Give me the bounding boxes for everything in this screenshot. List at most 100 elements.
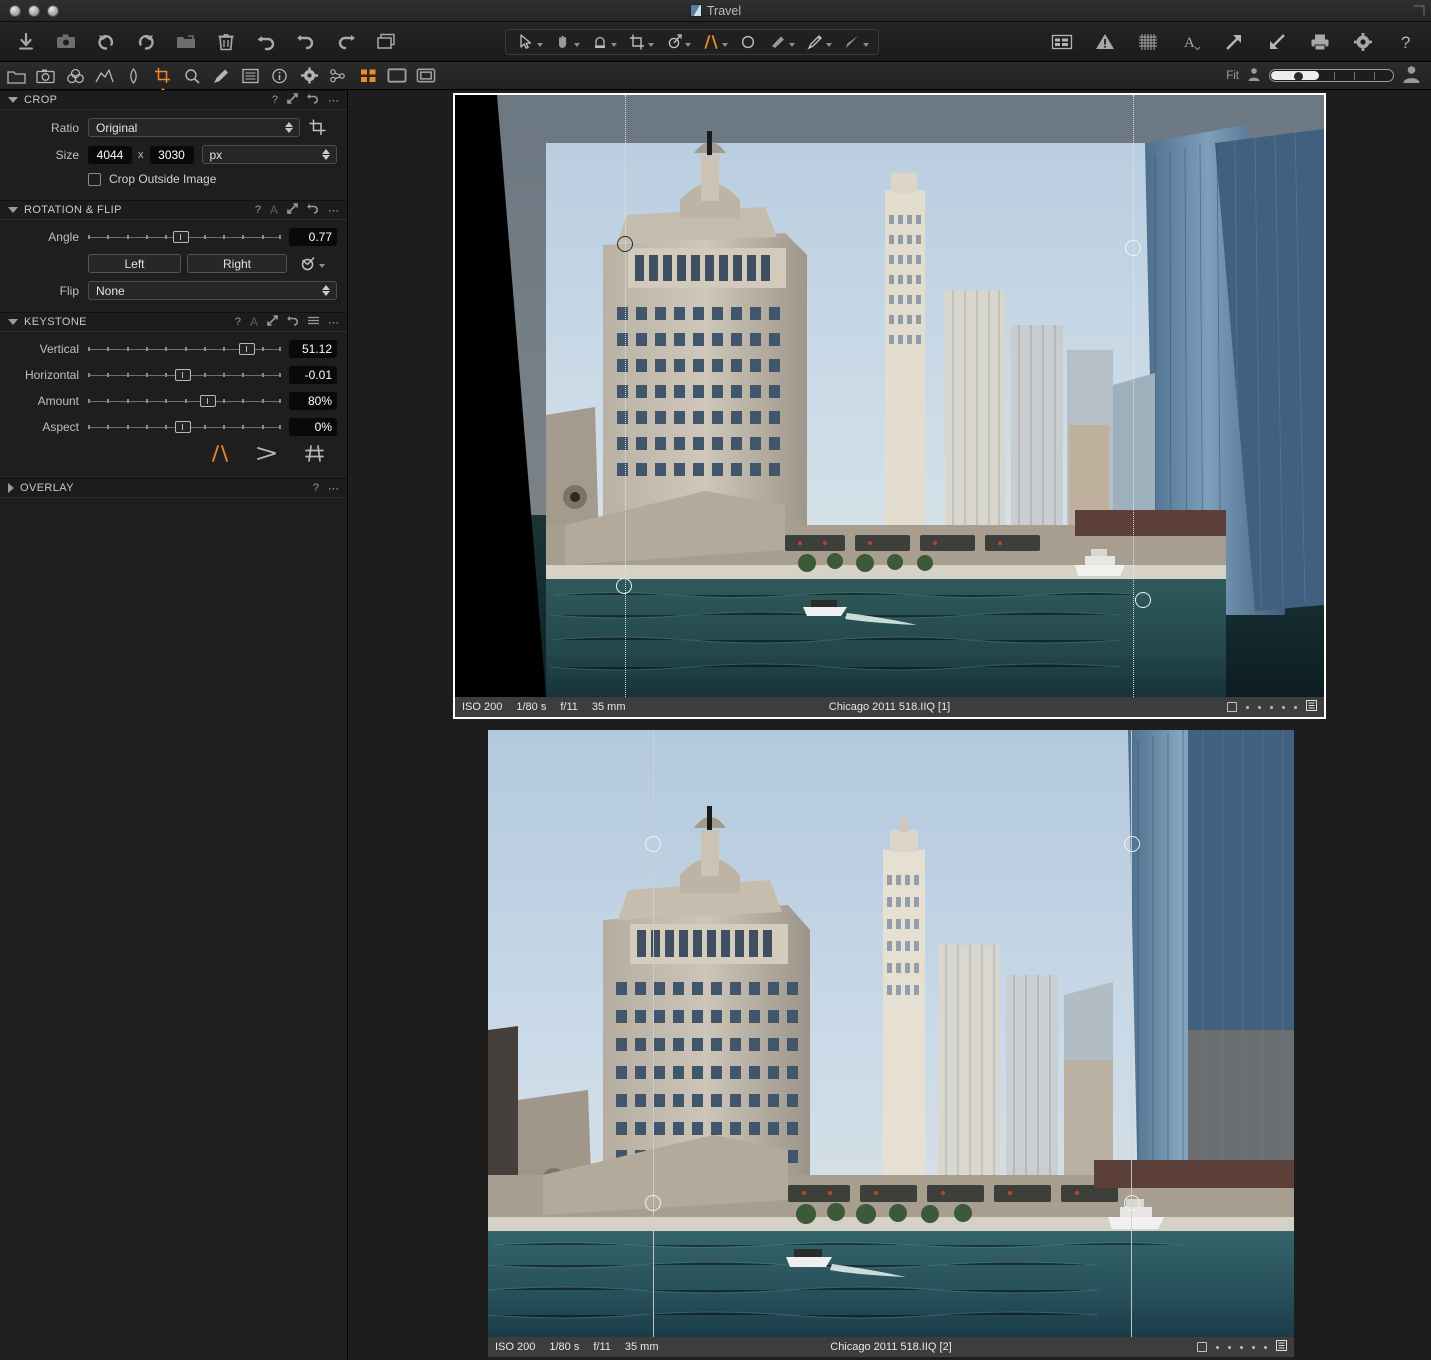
keystone-vertical-slider[interactable] (88, 341, 282, 357)
redo-icon[interactable] (334, 31, 357, 54)
viewer-image-1[interactable]: ISO 200 1/80 s f/11 35 mm Chicago 2011 5… (453, 93, 1326, 719)
keystone-vertical-knob[interactable] (238, 343, 255, 355)
rating-dot[interactable] (1264, 1345, 1267, 1349)
keystone-guide-line-right-2[interactable] (1131, 730, 1132, 1337)
keystone-horizontal-value[interactable]: -0.01 (289, 366, 337, 384)
keystone-vertical-icon[interactable] (210, 444, 230, 468)
angle-slider-knob[interactable] (172, 231, 189, 243)
keystone-guide-line-left-2[interactable] (653, 730, 654, 1337)
rating-dot[interactable] (1216, 1345, 1219, 1349)
composition-tab[interactable] (153, 65, 172, 94)
zoom-button[interactable] (47, 4, 59, 17)
rating-dot[interactable] (1228, 1345, 1231, 1349)
overlay-disclosure-icon[interactable] (8, 483, 14, 493)
keystone-amount-slider[interactable] (88, 393, 282, 409)
rotation-section-header[interactable]: ROTATION & FLIP ? A ⋯ (0, 200, 347, 220)
zoom-in-person-icon[interactable] (1402, 65, 1421, 87)
menu-dots-icon[interactable]: ⋯ (328, 482, 339, 495)
viewer-image-1-canvas[interactable] (455, 95, 1324, 697)
pointer-tool-icon[interactable] (512, 32, 546, 52)
capture-tab[interactable] (36, 65, 56, 86)
local-adjust-tab[interactable] (183, 65, 202, 86)
undo-icon[interactable] (307, 93, 319, 107)
single-view-mode[interactable] (387, 67, 407, 84)
menu-dots-icon[interactable]: ⋯ (328, 94, 339, 107)
keystone-handle-top-right-2[interactable] (1124, 836, 1140, 852)
rating-dot[interactable] (1240, 1345, 1243, 1349)
browser-grid-mode[interactable] (358, 67, 378, 84)
viewer-layout-icon[interactable] (1050, 31, 1073, 54)
keystone-horizontal-icon[interactable] (256, 444, 278, 468)
move-to-folder-icon[interactable] (174, 31, 197, 54)
stepper-icon[interactable] (322, 149, 330, 160)
crop-outside-checkbox[interactable] (88, 172, 101, 186)
undo-icon[interactable] (287, 315, 299, 329)
rating-dot[interactable] (1258, 705, 1261, 709)
crop-disclosure-icon[interactable] (8, 97, 18, 103)
batch-tab[interactable] (329, 65, 348, 86)
color-tab[interactable] (66, 65, 85, 86)
list-icon[interactable] (308, 316, 319, 329)
keystone-handle-top-left[interactable] (617, 236, 633, 252)
keystone-handle-top-right[interactable] (1125, 240, 1141, 256)
metadata-icon[interactable] (1306, 700, 1317, 714)
crop-unit-select[interactable]: px (201, 145, 337, 164)
metadata-tab[interactable] (241, 65, 260, 86)
crop-section-header[interactable]: CROP ? ⋯ (0, 90, 347, 110)
copy-apply-icon[interactable] (374, 31, 397, 54)
viewer-image-2[interactable]: ISO 200 1/80 s f/11 35 mm Chicago 2011 5… (488, 730, 1294, 1357)
help-icon[interactable]: ? (272, 94, 278, 106)
image-viewer[interactable]: ISO 200 1/80 s f/11 35 mm Chicago 2011 5… (348, 90, 1431, 1360)
keystone-horizontal-knob[interactable] (174, 369, 191, 381)
crop-ratio-select[interactable]: Original (88, 118, 300, 137)
reset-expand-icon[interactable] (267, 315, 278, 329)
print-icon[interactable] (1308, 31, 1331, 54)
keystone-tool-icon[interactable] (697, 32, 731, 52)
rating-dot[interactable] (1270, 705, 1273, 709)
crop-tool-icon[interactable] (623, 32, 657, 52)
rating-dot[interactable] (1282, 705, 1285, 709)
keystone-vertical-value[interactable]: 51.12 (289, 340, 337, 358)
auto-A-icon[interactable]: A (270, 203, 278, 217)
styles-tab[interactable] (212, 65, 231, 86)
rotate-left-icon[interactable] (94, 31, 117, 54)
settings-tab[interactable] (300, 65, 319, 86)
undo-icon[interactable] (294, 31, 317, 54)
keystone-handle-bottom-right[interactable] (1135, 592, 1151, 608)
stepper-icon[interactable] (322, 285, 330, 296)
exposure-tab[interactable] (95, 65, 114, 86)
rating-dot[interactable] (1252, 1345, 1255, 1349)
help-icon[interactable]: ? (1394, 31, 1417, 54)
color-tag-icon[interactable] (1197, 1342, 1207, 1352)
keystone-handle-bottom-left[interactable] (616, 578, 632, 594)
import-arrow-icon[interactable] (1265, 31, 1288, 54)
zoom-slider-knob[interactable] (1294, 72, 1303, 81)
keystone-handle-bottom-left-2[interactable] (645, 1195, 661, 1211)
flip-select[interactable]: None (88, 281, 337, 300)
keystone-aspect-value[interactable]: 0% (289, 418, 337, 436)
keystone-horizontal-slider[interactable] (88, 367, 282, 383)
keystone-handle-top-left-2[interactable] (645, 836, 661, 852)
grid-overlay-icon[interactable] (1136, 31, 1159, 54)
reset-expand-icon[interactable] (287, 203, 298, 217)
keystone-aspect-slider[interactable] (88, 419, 282, 435)
zoom-slider[interactable] (1269, 69, 1394, 82)
mask-circle-tool-icon[interactable] (734, 32, 761, 52)
keystone-section-header[interactable]: KEYSTONE ? A ⋯ (0, 312, 347, 332)
menu-dots-icon[interactable]: ⋯ (328, 316, 339, 329)
metadata-icon[interactable] (1276, 1340, 1287, 1354)
export-arrow-icon[interactable] (1222, 31, 1245, 54)
keystone-amount-value[interactable]: 80% (289, 392, 337, 410)
keystone-guide-line-right[interactable] (1133, 95, 1134, 697)
keystone-handle-bottom-right-2[interactable] (1124, 1195, 1140, 1211)
proof-view-mode[interactable] (416, 67, 436, 84)
keystone-full-icon[interactable] (304, 444, 325, 468)
keystone-amount-knob[interactable] (199, 395, 216, 407)
keystone-aspect-knob[interactable] (174, 421, 191, 433)
keystone-guide-line-left[interactable] (625, 95, 626, 697)
help-icon[interactable]: ? (255, 204, 261, 216)
rotate-right-button[interactable]: Right (187, 254, 287, 273)
undo-icon[interactable] (307, 203, 319, 217)
rotate-tool-icon[interactable] (660, 32, 694, 52)
close-button[interactable] (9, 4, 21, 17)
